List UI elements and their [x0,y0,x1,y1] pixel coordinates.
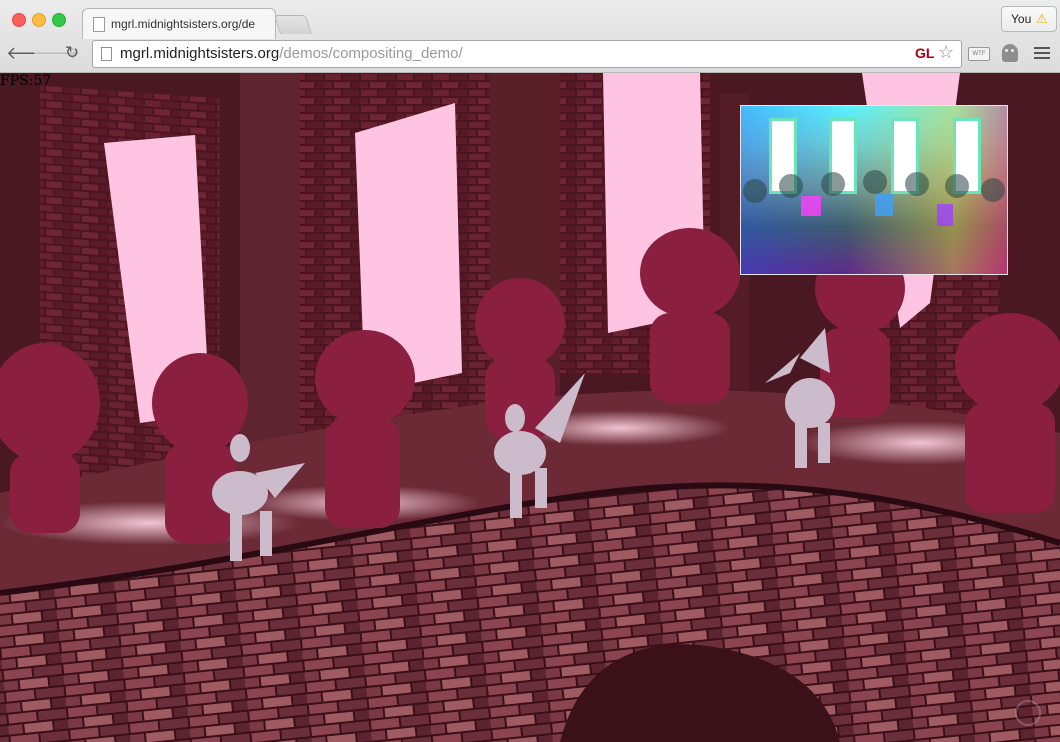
profile-button[interactable]: You ⚠ [1001,6,1057,32]
url-host: mgrl.midnightsisters.org [120,45,280,62]
reload-icon: ↻ [64,43,80,62]
page-icon [93,17,105,32]
gl-badge[interactable]: GL [915,45,934,61]
webgl-canvas[interactable]: FPS:57 [0,73,1060,742]
hamburger-icon[interactable] [1034,44,1050,61]
window-maximize-button[interactable] [52,13,66,27]
logo-icon [1015,700,1041,726]
star-icon[interactable]: ☆ [938,42,954,63]
ghost-extension-icon[interactable] [1002,44,1018,62]
url-text[interactable]: mgrl.midnightsisters.org/demos/compositi… [120,45,463,62]
tab-active[interactable]: mgrl.midnightsisters.org/de [82,8,276,39]
address-bar[interactable]: mgrl.midnightsisters.org/demos/compositi… [92,40,962,68]
warning-icon: ⚠ [1036,11,1048,26]
tab-title: mgrl.midnightsisters.org/de [111,17,256,31]
browser-chrome: mgrl.midnightsisters.org/de You ⚠ 🡐 🡒 ↻ … [0,0,1060,73]
compositing-preview [740,105,1008,275]
back-button[interactable]: 🡐 [6,42,54,64]
page-icon [101,47,112,61]
window-minimize-button[interactable] [32,13,46,27]
new-tab-button[interactable] [273,15,313,34]
forward-button[interactable]: 🡒 [32,42,80,64]
fps-counter: FPS:57 [0,73,52,89]
window-close-button[interactable] [12,13,26,27]
profile-label: You [1011,12,1032,26]
url-path: /demos/compositing_demo/ [279,45,463,62]
reload-button[interactable]: ↻ [61,42,83,64]
wtf-extension-button[interactable]: WTF [968,47,990,61]
preview-figures [743,170,1005,226]
